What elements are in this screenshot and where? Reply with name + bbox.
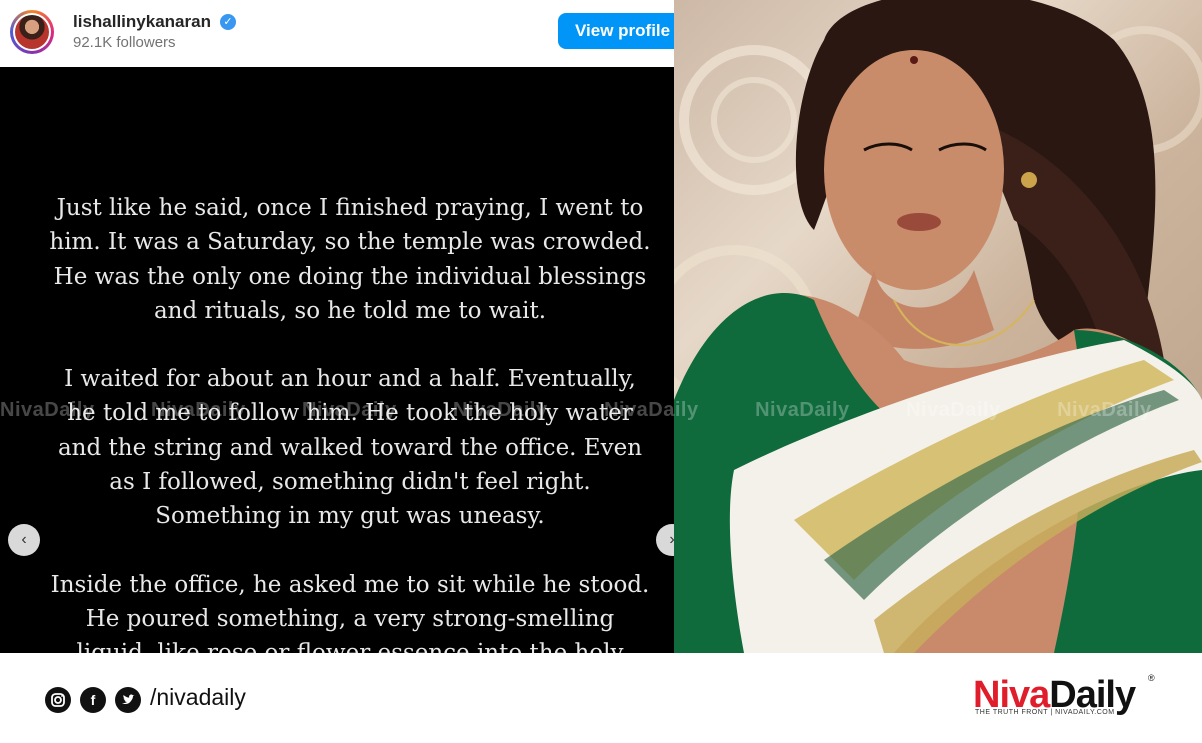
- registered-mark: ®: [1148, 673, 1155, 683]
- follower-count: 92.1K followers: [73, 34, 176, 51]
- post-paragraph: Inside the office, he asked me to sit wh…: [50, 571, 650, 653]
- twitter-icon[interactable]: [115, 687, 141, 713]
- post-paragraph: Just like he said, once I finished prayi…: [49, 195, 651, 324]
- portrait-illustration: [674, 0, 1202, 653]
- social-handle: /nivadaily: [150, 684, 246, 710]
- post-paragraph: I waited for about an hour and a half. E…: [57, 366, 643, 530]
- instagram-icon[interactable]: [45, 687, 71, 713]
- facebook-icon[interactable]: f: [80, 687, 106, 713]
- portrait-photo: [674, 0, 1202, 653]
- chevron-left-icon[interactable]: ‹: [8, 524, 40, 556]
- instagram-header: lishallinykanaran ✓ 92.1K followers View…: [0, 0, 674, 67]
- view-profile-button[interactable]: View profile: [558, 13, 674, 49]
- profile-avatar[interactable]: [10, 10, 54, 54]
- instagram-embed: lishallinykanaran ✓ 92.1K followers View…: [0, 0, 674, 653]
- profile-username[interactable]: lishallinykanaran: [73, 12, 211, 32]
- post-text: Just like he said, once I finished prayi…: [0, 191, 674, 653]
- avatar-photo: [15, 15, 49, 49]
- post-image: Just like he said, once I finished prayi…: [0, 67, 674, 653]
- brand-tagline: THE TRUTH FRONT | NIVADAILY.COM: [975, 709, 1115, 716]
- footer-bar: f /nivadaily NivaDaily ® THE TRUTH FRONT…: [0, 653, 1202, 743]
- verified-badge-icon: ✓: [220, 14, 236, 30]
